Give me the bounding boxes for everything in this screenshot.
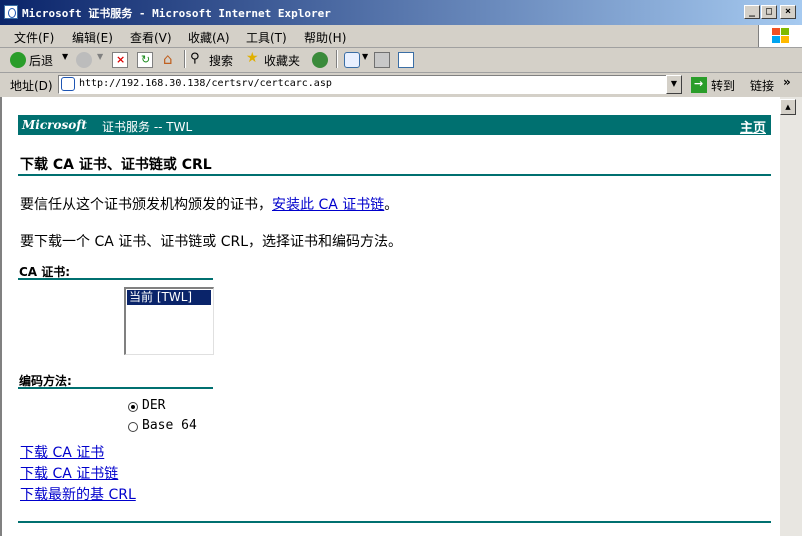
stop-icon[interactable]: × [112, 52, 128, 68]
go-button[interactable]: 转到 [711, 77, 735, 94]
service-banner: Microsoft 证书服务 -- TWL 主页 [18, 115, 771, 136]
address-url-text: http://192.168.30.138/certsrv/certcarc.a… [79, 78, 332, 89]
windows-logo-icon [758, 25, 802, 47]
address-input[interactable]: http://192.168.30.138/certsrv/certcarc.a… [58, 75, 682, 94]
menu-file[interactable]: 文件(F) [14, 29, 54, 46]
links-more-icon[interactable]: » [783, 75, 791, 89]
back-arrow-icon[interactable] [10, 52, 26, 68]
encoding-divider [18, 387, 213, 389]
title-bar[interactable]: Microsoft 证书服务 - Microsoft Internet Expl… [0, 0, 802, 25]
heading-divider [18, 174, 771, 176]
ca-cert-listbox[interactable]: 当前 [TWL] [124, 287, 214, 355]
address-bar: 地址(D) http://192.168.30.138/certsrv/cert… [0, 72, 802, 98]
refresh-icon[interactable]: ↻ [137, 52, 153, 68]
back-dropdown-icon[interactable]: ▼ [62, 52, 68, 61]
vertical-scrollbar[interactable] [780, 97, 802, 536]
address-dropdown-button[interactable]: ▼ [666, 75, 682, 94]
links-button[interactable]: 链接 [750, 77, 774, 94]
favorites-button[interactable]: 收藏夹 [264, 52, 300, 69]
download-ca-cert-link[interactable]: 下载 CA 证书 [20, 442, 104, 462]
mail-dropdown-icon[interactable]: ▼ [362, 52, 368, 61]
base64-label: Base 64 [142, 418, 197, 433]
der-radio[interactable] [128, 402, 138, 412]
menu-view[interactable]: 查看(V) [130, 29, 172, 46]
standard-toolbar: 后退 ▼ ▼ × ↻ ⌂ ⚲ 搜索 ★ 收藏夹 ▼ [0, 47, 802, 73]
menu-edit[interactable]: 编辑(E) [72, 29, 113, 46]
ca-cert-option[interactable]: 当前 [TWL] [127, 290, 211, 305]
window-title: Microsoft 证书服务 - Microsoft Internet Expl… [22, 7, 331, 20]
search-icon[interactable]: ⚲ [190, 51, 206, 68]
footer-divider [18, 521, 771, 523]
edit-icon[interactable] [398, 52, 414, 68]
search-button[interactable]: 搜索 [209, 52, 233, 69]
download-ca-chain-link[interactable]: 下载 CA 证书链 [20, 463, 118, 483]
ie-app-icon[interactable] [4, 5, 18, 19]
back-button[interactable]: 后退 [29, 52, 53, 69]
der-label: DER [142, 398, 166, 413]
menu-tools[interactable]: 工具(T) [246, 29, 287, 46]
forward-arrow-icon[interactable] [76, 52, 92, 68]
menu-bar: 文件(F) 编辑(E) 查看(V) 收藏(A) 工具(T) 帮助(H) [0, 25, 802, 48]
trust-paragraph: 要信任从这个证书颁发机构颁发的证书，安装此 CA 证书链。 [20, 197, 399, 213]
forward-dropdown-icon[interactable]: ▼ [97, 52, 103, 61]
close-button[interactable]: × [780, 5, 796, 19]
download-base-crl-link[interactable]: 下载最新的基 CRL [20, 484, 136, 504]
home-icon[interactable]: ⌂ [162, 50, 178, 68]
brand-text: Microsoft [22, 118, 87, 132]
mail-icon[interactable] [344, 52, 360, 68]
base64-radio[interactable] [128, 422, 138, 432]
page-icon [61, 77, 75, 91]
menu-help[interactable]: 帮助(H) [304, 29, 346, 46]
address-label: 地址(D) [10, 79, 53, 93]
media-icon[interactable] [312, 52, 328, 68]
install-ca-chain-link[interactable]: 安装此 CA 证书链 [272, 197, 384, 213]
scroll-up-button[interactable]: ▲ [780, 99, 796, 115]
download-instructions: 要下载一个 CA 证书、证书链或 CRL，选择证书和编码方法。 [20, 234, 403, 250]
maximize-button[interactable]: □ [761, 5, 777, 19]
print-icon[interactable] [374, 52, 390, 68]
minimize-button[interactable]: _ [744, 5, 760, 19]
service-name: 证书服务 -- TWL [102, 120, 193, 134]
ca-divider [18, 278, 213, 280]
favorites-star-icon[interactable]: ★ [246, 50, 262, 68]
home-link[interactable]: 主页 [740, 117, 766, 136]
page-heading: 下载 CA 证书、证书链或 CRL [20, 157, 212, 173]
go-arrow-icon[interactable]: → [691, 77, 707, 93]
menu-favorites[interactable]: 收藏(A) [188, 29, 230, 46]
page-content: Microsoft 证书服务 -- TWL 主页 下载 CA 证书、证书链或 C… [0, 97, 780, 536]
